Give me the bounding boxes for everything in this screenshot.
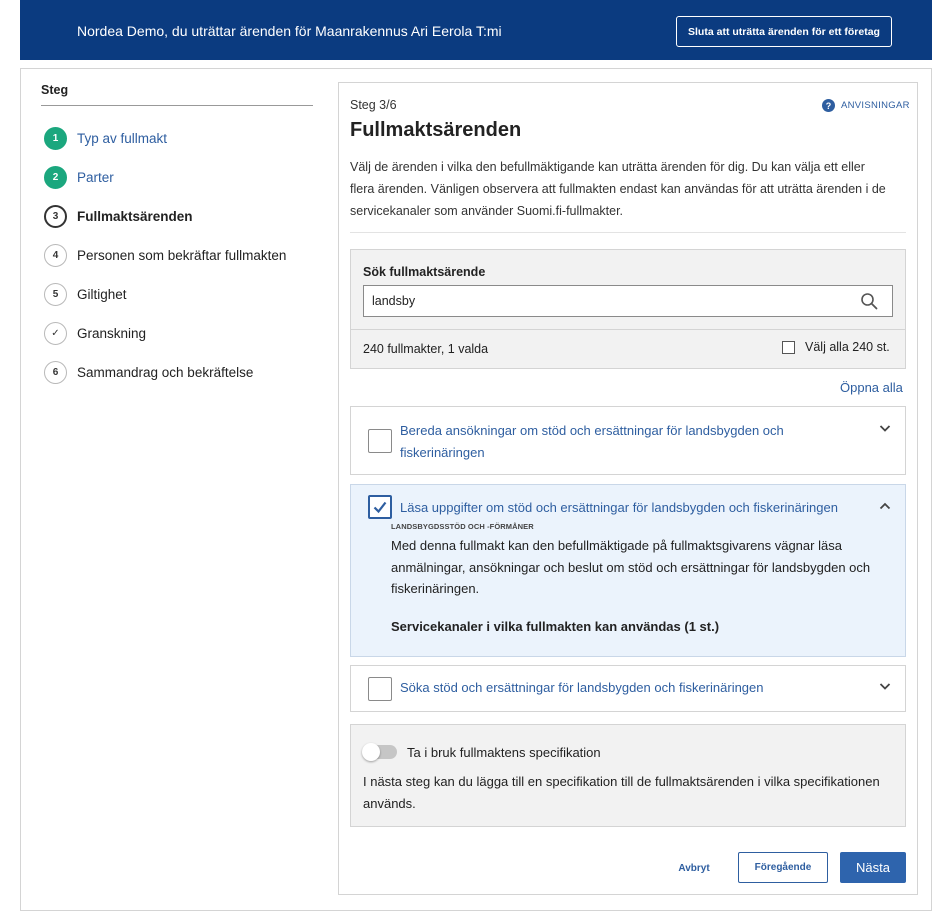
matter-title[interactable]: Bereda ansökningar om stöd och ersättnin… bbox=[400, 420, 840, 464]
matter-checkbox[interactable] bbox=[368, 677, 392, 701]
step-authorization-matters: 3 Fullmaktsärenden bbox=[44, 203, 193, 229]
step-number-badge: 6 bbox=[44, 360, 67, 384]
chevron-down-icon[interactable] bbox=[878, 679, 892, 693]
step-number-badge: 1 bbox=[44, 126, 67, 150]
step-label: Sammandrag och bekräftelse bbox=[77, 364, 254, 380]
question-mark-icon: ? bbox=[822, 99, 835, 112]
instructions-link[interactable]: ? ANVISNINGAR bbox=[822, 99, 910, 112]
matter-category: LANDSBYGDSSTÖD OCH -FÖRMÅNER bbox=[391, 522, 534, 531]
step-number-badge: 5 bbox=[44, 282, 67, 306]
step-label: Giltighet bbox=[77, 286, 127, 302]
service-channels-heading: Servicekanaler i vilka fullmakten kan an… bbox=[391, 619, 720, 634]
step-counter: Steg 3/6 bbox=[350, 98, 397, 112]
step-number-badge: 4 bbox=[44, 243, 67, 267]
page-title: Fullmaktsärenden bbox=[350, 119, 522, 141]
checkmark-icon: ✓ bbox=[44, 321, 67, 345]
checkbox-box[interactable] bbox=[782, 340, 795, 354]
result-count: 240 fullmakter, 1 valda bbox=[363, 342, 489, 356]
step-confirming-person: 4 Personen som bekräftar fullmakten bbox=[44, 242, 286, 268]
specification-toggle-label[interactable]: Ta i bruk fullmaktens specifikation bbox=[407, 745, 601, 760]
step-label: Granskning bbox=[77, 325, 147, 341]
steps-title: Steg bbox=[41, 83, 69, 97]
specification-toggle[interactable] bbox=[362, 743, 397, 761]
cancel-button[interactable]: Avbryt bbox=[674, 858, 714, 878]
select-all-label[interactable]: Välj alla 240 st. bbox=[805, 340, 890, 354]
matter-item-expanded: Läsa uppgifter om stöd och ersättningar … bbox=[350, 484, 906, 657]
step-summary-confirmation: 6 Sammandrag och bekräftelse bbox=[44, 359, 253, 385]
stop-acting-button[interactable]: Sluta att uträtta ärenden för ett företa… bbox=[676, 16, 892, 47]
step-review: ✓ Granskning bbox=[44, 320, 146, 346]
step-label: Fullmaktsärenden bbox=[77, 208, 193, 224]
step-label[interactable]: Typ av fullmakt bbox=[77, 131, 167, 146]
search-input[interactable] bbox=[363, 285, 893, 317]
step-type-of-authorization[interactable]: 1 Typ av fullmakt bbox=[44, 125, 167, 151]
matter-checkbox[interactable] bbox=[368, 429, 392, 453]
instructions-label[interactable]: ANVISNINGAR bbox=[841, 100, 910, 111]
steps-divider bbox=[41, 105, 313, 106]
chevron-up-icon[interactable] bbox=[878, 499, 892, 513]
intro-text: Välj de ärenden i vilka den befullmäktig… bbox=[350, 160, 886, 218]
matter-checkbox-checked[interactable] bbox=[368, 495, 392, 519]
open-all-link[interactable]: Öppna alla bbox=[840, 380, 903, 395]
step-parties[interactable]: 2 Parter bbox=[44, 164, 114, 190]
step-number-badge: 3 bbox=[44, 204, 67, 228]
matter-title[interactable]: Söka stöd och ersättningar för landsbygd… bbox=[400, 677, 840, 699]
step-label[interactable]: Parter bbox=[77, 170, 114, 185]
select-all-checkbox[interactable]: Välj alla 240 st. bbox=[782, 340, 890, 354]
matter-title[interactable]: Läsa uppgifter om stöd och ersättningar … bbox=[400, 497, 840, 519]
checkmark-icon bbox=[373, 501, 387, 514]
step-number-badge: 2 bbox=[44, 165, 67, 189]
step-label: Personen som bekräftar fullmakten bbox=[77, 247, 287, 263]
matter-item: Bereda ansökningar om stöd och ersättnin… bbox=[350, 406, 906, 475]
impersonation-banner: Nordea Demo, du uträttar ärenden för Maa… bbox=[20, 0, 932, 60]
next-button[interactable]: Nästa bbox=[840, 852, 906, 883]
divider bbox=[350, 232, 906, 233]
chevron-down-icon[interactable] bbox=[878, 421, 892, 435]
matter-item: Söka stöd och ersättningar för landsbygd… bbox=[350, 665, 906, 712]
step-validity: 5 Giltighet bbox=[44, 281, 127, 307]
search-divider bbox=[351, 329, 905, 330]
matter-description: Med denna fullmakt kan den befullmäktiga… bbox=[391, 538, 871, 596]
previous-button[interactable]: Föregående bbox=[738, 852, 828, 883]
toggle-knob bbox=[362, 743, 380, 761]
specification-description: I nästa steg kan du lägga till en specif… bbox=[363, 774, 880, 811]
search-label: Sök fullmaktsärende bbox=[363, 265, 486, 279]
banner-text: Nordea Demo, du uträttar ärenden för Maa… bbox=[77, 23, 502, 39]
search-icon[interactable] bbox=[860, 292, 878, 310]
